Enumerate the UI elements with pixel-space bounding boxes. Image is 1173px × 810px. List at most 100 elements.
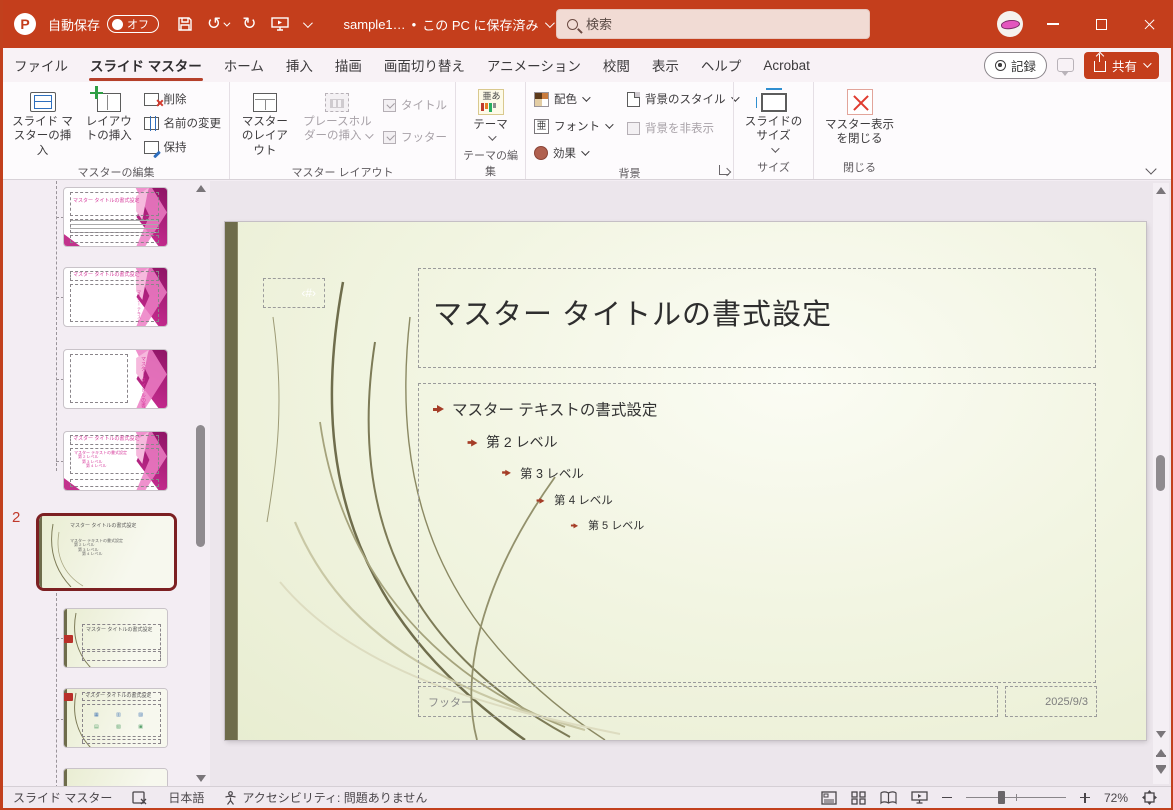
autosave-control[interactable]: 自動保存 オフ: [48, 15, 159, 34]
date-placeholder[interactable]: 2025/9/3: [1005, 686, 1097, 717]
search-bar[interactable]: [556, 9, 870, 39]
hide-background-checkbox[interactable]: 背景を非表示: [623, 118, 741, 138]
layout-thumbnail-pink-2[interactable]: マスター タイトルの書式設定 マスター テキスト: [63, 267, 168, 327]
fit-to-window-button[interactable]: [1142, 790, 1157, 805]
language-button[interactable]: 日本語: [158, 789, 214, 806]
close-master-view-button[interactable]: マスター表示を閉じる: [818, 85, 901, 151]
slide-sorter-view-button[interactable]: [851, 791, 866, 805]
scroll-up-icon[interactable]: [1156, 187, 1166, 194]
tab-file[interactable]: ファイル: [3, 48, 79, 82]
arrow-bullet-icon: [468, 438, 478, 446]
slideshow-icon: [271, 16, 289, 32]
layout-thumbnail-pink-3[interactable]: マスター タイトルの書式設定: [63, 349, 168, 409]
body-placeholder[interactable]: マスター テキストの書式設定 第 2 レベル 第 3 レベル 第 4 レベル 第…: [418, 383, 1096, 683]
group-background: 配色 亜フォント 効果 背景のスタイル 背景を非表示 背景: [525, 82, 733, 179]
next-slide-bar: [1156, 765, 1166, 767]
minus-icon: [942, 797, 952, 799]
preserve-button[interactable]: 保持: [140, 137, 226, 157]
insert-layout-button[interactable]: レイアウトの挿入: [78, 85, 139, 148]
powerpoint-app-icon[interactable]: P: [14, 13, 36, 35]
spellcheck-button[interactable]: [122, 791, 158, 805]
undo-button[interactable]: ↺: [207, 14, 228, 34]
share-button[interactable]: 共有: [1084, 52, 1159, 79]
tab-help[interactable]: ヘルプ: [690, 48, 753, 82]
layout-thumbnail-green-1[interactable]: マスター タイトルの書式設定: [63, 608, 168, 668]
footer-placeholder[interactable]: フッター: [418, 686, 998, 717]
insert-placeholder-button[interactable]: プレースホルダーの挿入: [296, 85, 379, 148]
fonts-button[interactable]: 亜フォント: [530, 116, 615, 136]
start-slideshow-button[interactable]: [271, 16, 289, 32]
reading-view-button[interactable]: [880, 791, 897, 805]
maximize-button[interactable]: [1077, 0, 1125, 48]
tab-acrobat[interactable]: Acrobat: [752, 51, 821, 80]
customize-qat-button[interactable]: [303, 21, 310, 28]
tab-insert[interactable]: 挿入: [275, 48, 324, 82]
zoom-out-button[interactable]: [942, 797, 952, 799]
tab-slide-master[interactable]: スライド マスター: [79, 48, 213, 82]
document-title[interactable]: sample1… • この PC に保存済み: [344, 15, 552, 34]
checkbox-icon: [627, 122, 640, 135]
save-button[interactable]: [177, 16, 193, 32]
normal-view-button[interactable]: [821, 791, 837, 805]
scroll-up-icon[interactable]: [196, 185, 206, 192]
footer-checkbox[interactable]: フッター: [379, 127, 451, 147]
comments-icon[interactable]: [1057, 58, 1074, 72]
slide-number-text: ‹#›: [301, 286, 316, 300]
minimize-button[interactable]: [1029, 0, 1077, 48]
slide-master-editor[interactable]: ‹#› マスター タイトルの書式設定 マスター テキストの書式設定 第 2 レベ…: [225, 222, 1146, 740]
collapse-ribbon-button[interactable]: [1145, 163, 1156, 174]
content-placeholder-icons: ▤ ▧ ▣: [94, 725, 151, 731]
tab-transitions[interactable]: 画面切り替え: [373, 48, 476, 82]
delete-label: 削除: [164, 91, 187, 107]
zoom-level-label[interactable]: 72%: [1104, 791, 1128, 805]
colors-button[interactable]: 配色: [530, 89, 615, 109]
search-input[interactable]: [586, 17, 836, 32]
title-placeholder[interactable]: マスター タイトルの書式設定: [418, 268, 1096, 368]
thumb-title-text: マスター タイトルの書式設定: [73, 199, 139, 205]
layout-thumbnail-pink-4[interactable]: マスター タイトルの書式設定 マスター テキストの書式設定 第 2 レベル 第 …: [63, 431, 168, 491]
autosave-toggle[interactable]: オフ: [107, 15, 159, 33]
zoom-slider[interactable]: [966, 797, 1066, 798]
accessibility-status[interactable]: アクセシビリティ: 問題ありません: [214, 789, 437, 806]
master-thumbnail-selected[interactable]: マスター タイトルの書式設定 マスター テキストの書式設定 第 2 レベル 第 …: [36, 513, 177, 591]
background-styles-button[interactable]: 背景のスタイル: [623, 89, 741, 109]
plus-icon: [1080, 793, 1090, 803]
layout-thumbnail-green-2[interactable]: マスター タイトルの書式設定 ▦ ▥ ▨ ▤ ▧ ▣: [63, 688, 168, 748]
slide-number-placeholder[interactable]: ‹#›: [263, 278, 325, 308]
layout-thumbnail-green-3[interactable]: [63, 768, 168, 786]
scroll-down-icon[interactable]: [196, 775, 206, 782]
rename-button[interactable]: 名前の変更: [140, 113, 226, 133]
main-scrollbar[interactable]: [1153, 183, 1169, 784]
scroll-down-icon[interactable]: [1156, 731, 1166, 738]
record-button[interactable]: 記録: [984, 52, 1047, 79]
themes-button[interactable]: 亜あ テーマ: [462, 85, 520, 145]
redo-button[interactable]: ↻: [242, 14, 256, 34]
next-slide-icon[interactable]: [1156, 767, 1166, 774]
slideshow-view-button[interactable]: [911, 790, 928, 805]
tab-animations[interactable]: アニメーション: [476, 48, 592, 82]
thumb-title-text: マスター タイトルの書式設定: [73, 273, 139, 279]
tab-draw[interactable]: 描画: [324, 48, 373, 82]
fonts-label: フォント: [554, 118, 600, 134]
panel-scrollbar-thumb[interactable]: [196, 425, 205, 547]
user-avatar[interactable]: [997, 11, 1023, 37]
slide-size-button[interactable]: スライドのサイズ: [739, 85, 809, 157]
effects-button[interactable]: 効果: [530, 143, 615, 163]
main-scrollbar-thumb[interactable]: [1156, 455, 1165, 491]
delete-button[interactable]: 削除: [140, 89, 226, 109]
zoom-slider-thumb[interactable]: [998, 791, 1005, 804]
tab-view[interactable]: 表示: [641, 48, 690, 82]
tab-home[interactable]: ホーム: [213, 48, 275, 82]
slideshow-view-icon: [911, 790, 928, 805]
background-styles-icon: [627, 92, 640, 107]
background-dialog-launcher[interactable]: [719, 165, 729, 175]
insert-slide-master-button[interactable]: スライド マスターの挿入: [7, 85, 78, 162]
panel-scrollbar[interactable]: [193, 181, 208, 786]
layout-thumbnail-pink-1[interactable]: マスター タイトルの書式設定: [63, 187, 168, 247]
zoom-in-button[interactable]: [1080, 793, 1090, 803]
tab-review[interactable]: 校閲: [592, 48, 641, 82]
title-checkbox[interactable]: タイトル: [379, 95, 451, 115]
insert-placeholder-label: プレースホルダーの挿入: [299, 115, 376, 144]
close-button[interactable]: [1125, 0, 1173, 48]
master-layout-button[interactable]: マスターのレイアウト: [234, 85, 296, 162]
